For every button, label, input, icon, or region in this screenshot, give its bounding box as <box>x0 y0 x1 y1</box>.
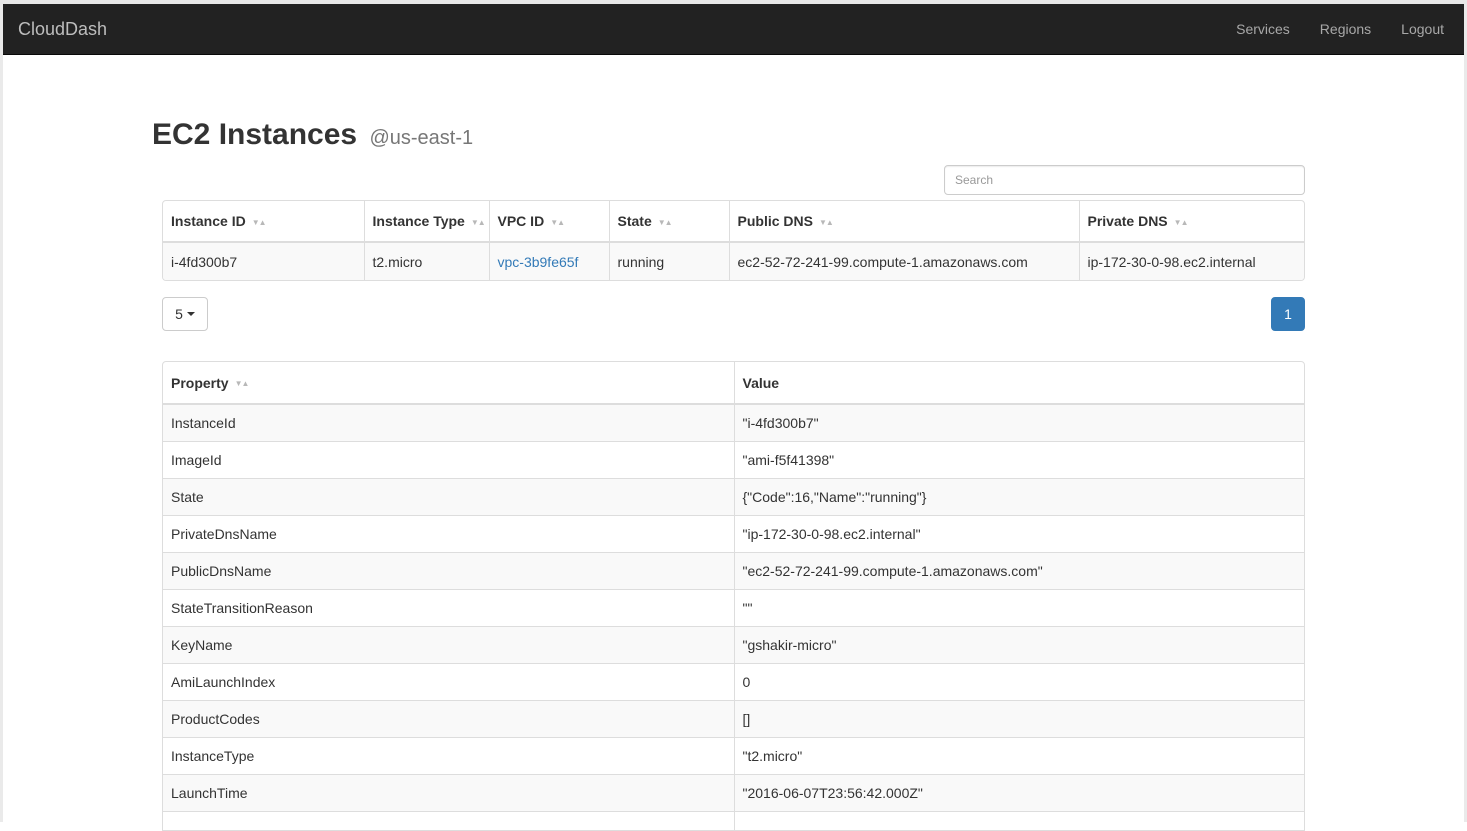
property-name: KeyName <box>163 625 735 663</box>
cell-private-dns: ip-172-30-0-98.ec2.internal <box>1079 242 1304 280</box>
properties-header-row: Property ▼▲ Value <box>163 362 1304 405</box>
instances-table-container: Instance ID ▼▲ Instance Type ▼▲ VPC ID ▼▲ S… <box>162 200 1305 281</box>
property-name: ImageId <box>163 440 735 478</box>
region-label: @us-east-1 <box>369 127 474 149</box>
table-row: PrivateDnsName "ip-172-30-0-98.ec2.intern… <box>163 514 1304 552</box>
property-value: [] <box>734 699 1304 737</box>
nav-regions-link[interactable]: Regions <box>1305 4 1386 54</box>
column-header-instance-type[interactable]: Instance Type ▼▲ <box>364 201 490 243</box>
properties-table-container: Property ▼▲ Value InstanceId "i-4fd300b7" … <box>162 361 1305 831</box>
column-header-label: Value <box>742 374 780 391</box>
sort-icon: ▼▲ <box>234 379 250 389</box>
properties-table: Property ▼▲ Value InstanceId "i-4fd300b7" … <box>163 362 1304 830</box>
table-row: PublicDnsName "ec2-52-72-241-99.compute-1… <box>163 551 1304 589</box>
column-header-value: Value <box>734 362 1304 405</box>
brand-link[interactable]: CloudDash <box>18 4 107 54</box>
page-size-value: 5 <box>175 306 183 322</box>
property-name <box>163 810 735 830</box>
nav-services-link[interactable]: Services <box>1221 4 1305 54</box>
property-name: AmiLaunchIndex <box>163 662 735 700</box>
column-header-public-dns[interactable]: Public DNS ▼▲ <box>729 201 1080 243</box>
vpc-id-link[interactable]: vpc-3b9fe65f <box>498 254 579 270</box>
property-value: "t2.micro" <box>734 736 1304 774</box>
property-value: "i-4fd300b7" <box>734 404 1304 441</box>
property-name: PrivateDnsName <box>163 514 735 552</box>
property-value <box>734 810 1304 830</box>
cell-public-dns: ec2-52-72-241-99.compute-1.amazonaws.com <box>729 242 1080 280</box>
nav-logout-link[interactable]: Logout <box>1386 4 1464 54</box>
column-header-label: Instance Type <box>372 213 465 229</box>
table-row: StateTransitionReason "" <box>163 588 1304 626</box>
property-value: "ip-172-30-0-98.ec2.internal" <box>734 514 1304 552</box>
column-header-label: Private DNS <box>1087 213 1168 229</box>
table-row: InstanceType "t2.micro" <box>163 736 1304 774</box>
sort-icon: ▼▲ <box>818 217 834 227</box>
column-header-property[interactable]: Property ▼▲ <box>163 362 735 405</box>
table-row[interactable]: i-4fd300b7 t2.micro vpc-3b9fe65f running… <box>163 242 1304 280</box>
window-frame-left <box>0 4 3 822</box>
sort-icon: ▼▲ <box>1173 217 1189 227</box>
sort-icon: ▼▲ <box>657 217 673 227</box>
column-header-label: Public DNS <box>737 213 813 229</box>
cell-instance-id: i-4fd300b7 <box>163 242 365 280</box>
column-header-private-dns[interactable]: Private DNS ▼▲ <box>1079 201 1304 243</box>
cell-state: running <box>609 242 730 280</box>
column-header-instance-id[interactable]: Instance ID ▼▲ <box>163 201 365 243</box>
property-value: {"Code":16,"Name":"running"} <box>734 477 1304 515</box>
cell-instance-type: t2.micro <box>364 242 490 280</box>
column-header-label: Property <box>171 374 229 391</box>
table-row: ProductCodes[] <box>163 699 1304 737</box>
property-name: InstanceId <box>163 404 735 441</box>
sort-icon: ▼▲ <box>550 217 565 227</box>
instances-table: Instance ID ▼▲ Instance Type ▼▲ VPC ID ▼▲ S… <box>163 201 1304 280</box>
property-name: State <box>163 477 735 515</box>
property-name: PublicDnsName <box>163 551 735 589</box>
page-size-dropdown[interactable]: 5 <box>162 297 208 331</box>
property-value: 0 <box>734 662 1304 700</box>
property-name: InstanceType <box>163 736 735 774</box>
column-header-state[interactable]: State ▼▲ <box>609 201 730 243</box>
navbar: CloudDash Services Regions Logout <box>3 4 1464 55</box>
search-input[interactable] <box>944 165 1305 195</box>
instances-header-row: Instance ID ▼▲ Instance Type ▼▲ VPC ID ▼▲ S… <box>163 201 1304 243</box>
property-value: "ec2-52-72-241-99.compute-1.amazonaws.co… <box>734 551 1304 589</box>
property-value: "ami-f5f41398" <box>734 440 1304 478</box>
column-header-label: VPC ID <box>497 213 545 229</box>
pagination-page-button[interactable]: 1 <box>1271 297 1305 331</box>
sort-icon: ▼▲ <box>470 217 486 227</box>
property-name: StateTransitionReason <box>163 588 735 626</box>
column-header-label: Instance ID <box>171 213 246 229</box>
navbar-links: Services Regions Logout <box>1221 4 1464 54</box>
column-header-vpc-id[interactable]: VPC ID ▼▲ <box>489 201 610 243</box>
cell-vpc-id: vpc-3b9fe65f <box>489 242 610 280</box>
table-row: ImageId "ami-f5f41398" <box>163 440 1304 478</box>
property-value: "gshakir-micro" <box>734 625 1304 663</box>
property-value: "" <box>734 588 1304 626</box>
table-row: LaunchTime "2016-06-07T23:56:42.000Z" <box>163 773 1304 811</box>
table-row <box>163 810 1304 830</box>
property-value: "2016-06-07T23:56:42.000Z" <box>734 773 1304 811</box>
property-name: LaunchTime <box>163 773 735 811</box>
page-title-text: EC2 Instances <box>152 118 358 151</box>
column-header-label: State <box>617 213 652 229</box>
property-name: ProductCodes <box>163 699 735 737</box>
sort-icon: ▼▲ <box>251 217 267 227</box>
table-row: InstanceId "i-4fd300b7" <box>163 404 1304 441</box>
page-title: EC2 Instances @us-east-1 <box>152 118 473 152</box>
table-row: AmiLaunchIndex 0 <box>163 662 1304 700</box>
table-row: State {"Code":16,"Name":"running"} <box>163 477 1304 515</box>
caret-down-icon <box>186 312 195 316</box>
table-row: KeyName "gshakir-micro" <box>163 625 1304 663</box>
